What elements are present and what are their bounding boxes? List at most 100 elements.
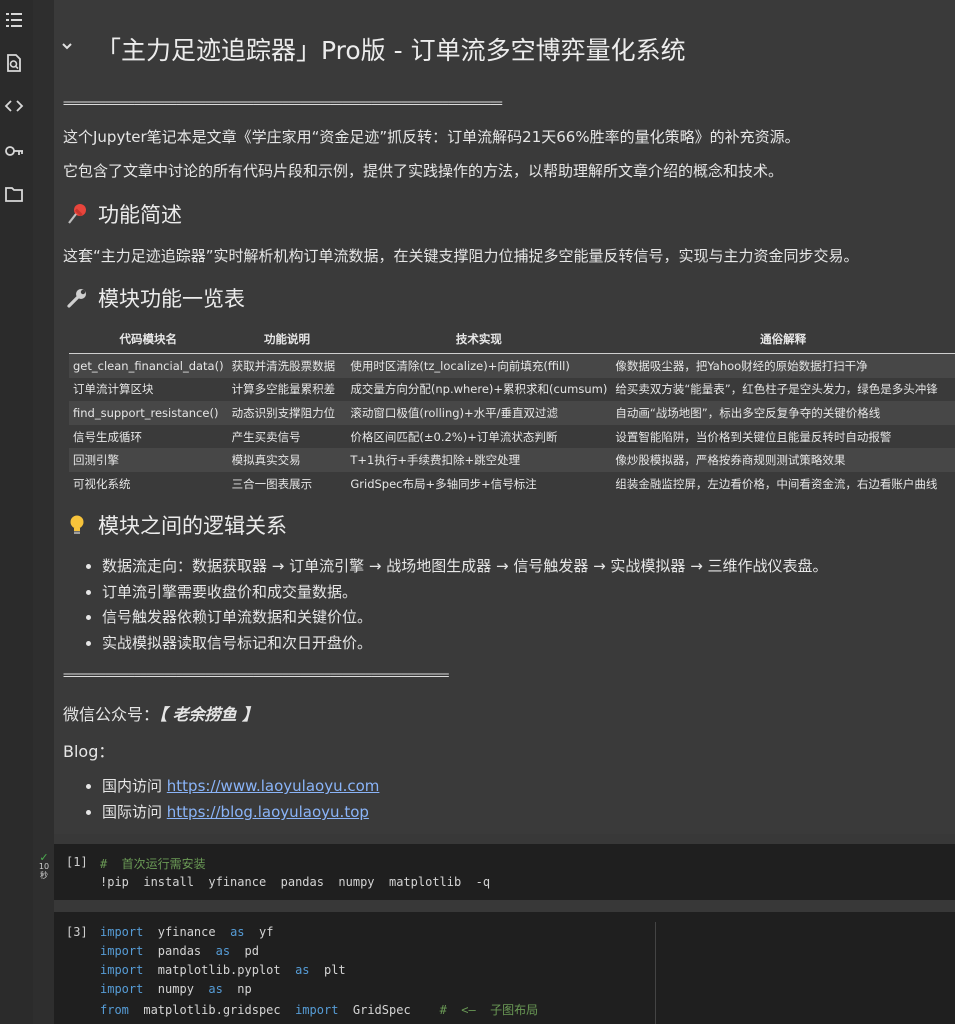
table-cell: 动态识别支撑阻力位 — [227, 401, 347, 425]
code-keyword: import — [100, 925, 144, 939]
link-prefix: 国内访问 — [102, 777, 167, 795]
table-row: get_clean_financial_data() 获取并清洗股票数据 使用时… — [69, 353, 955, 378]
section-heading-overview: 功能简述 — [64, 199, 182, 229]
code-cell-imports[interactable]: [3] import yfinance as yf import pandas … — [54, 912, 955, 1024]
code-alias: pd — [230, 944, 259, 958]
table-row: 信号生成循环 产生买卖信号 价格区间匹配(±0.2%)+订单流状态判断 设置智能… — [69, 425, 955, 449]
table-cell: 订单流计算区块 — [73, 382, 154, 397]
table-header-row: 代码模块名 功能说明 技术实现 通俗解释 — [69, 327, 955, 354]
table-cell: 三合一图表展示 — [231, 476, 313, 491]
table-row: find_support_resistance() 动态识别支撑阻力位 滚动窗口… — [69, 401, 955, 425]
page-title: 「主力足迹追踪器」Pro版 - 订单流多空博弈量化系统 — [96, 36, 686, 65]
code-line: import numpy as np — [100, 982, 252, 996]
section-heading-modules: 模块功能一览表 — [64, 283, 245, 313]
table-cell: 成交量方向分配(np.where)+累积求和(cumsum) — [350, 382, 608, 397]
table-cell: 可视化系统 — [73, 476, 131, 491]
key-icon[interactable] — [3, 140, 25, 162]
code-keyword: from — [100, 1003, 129, 1017]
table-cell: 获取并清洗股票数据 — [227, 353, 347, 378]
table-cell: 模拟真实交易 — [227, 448, 347, 472]
code-keyword: import — [295, 1003, 339, 1017]
table-header-cell: 功能说明 — [227, 327, 347, 354]
code-keyword: as — [215, 944, 231, 958]
table-cell: get_clean_financial_data() — [69, 353, 228, 378]
logic-list: 数据流走向：数据获取器 → 订单流引擎 → 战场地图生成器 → 信号触发器 → … — [86, 555, 828, 657]
code-keyword: as — [295, 963, 310, 977]
table-cell: 价格区间匹配(±0.2%)+订单流状态判断 — [350, 429, 558, 444]
table-cell: 信号生成循环 — [73, 429, 142, 444]
code-keyword: as — [230, 925, 245, 939]
wechat-line: 微信公众号：【 老余捞鱼 】 — [63, 701, 258, 725]
run-duration-unit: 秒 — [40, 871, 48, 880]
code-alias: yf — [244, 925, 274, 939]
code-line: import yfinance as yf — [100, 925, 273, 939]
code-comment: # 首次运行需安装 — [100, 857, 206, 871]
code-keyword: import — [100, 944, 144, 958]
run-status: ✓ 10 秒 — [36, 851, 52, 880]
table-cell: 给买卖双方装“能量表”，红色柱子是空头发力，绿色是多头冲锋 — [615, 382, 938, 397]
table-cell: T+1执行+手续费扣除+跳空处理 — [346, 448, 612, 472]
execution-count: [1] — [66, 855, 88, 869]
code-module: numpy — [143, 982, 209, 996]
folder-icon[interactable] — [3, 183, 25, 205]
code-alias: plt — [309, 963, 346, 977]
section-heading-logic: 模块之间的逻辑关系 — [64, 510, 287, 540]
table-cell: 计算多空能量累积差 — [231, 382, 336, 397]
blog-label: Blog： — [63, 742, 115, 761]
list-item: 数据流走向：数据获取器 → 订单流引擎 → 战场地图生成器 → 信号触发器 → … — [86, 555, 828, 581]
markdown-cell[interactable]: 「主力足迹追踪器」Pro版 - 订单流多空博弈量化系统 ============… — [54, 0, 955, 834]
success-check-icon: ✓ — [39, 851, 49, 864]
wrench-icon — [64, 286, 90, 310]
list-item: 信号触发器依赖订单流数据和关键价位。 — [86, 606, 828, 632]
overview-title: 功能简述 — [98, 203, 182, 227]
title-row: 「主力足迹追踪器」Pro版 - 订单流多空博弈量化系统 — [54, 28, 955, 68]
table-cell: find_support_resistance() — [69, 401, 228, 425]
wechat-label: 微信公众号： — [63, 705, 160, 724]
table-header-cell: 通俗解释 — [611, 327, 955, 354]
collapse-chevron-icon[interactable] — [59, 38, 75, 54]
table-cell: 产生买卖信号 — [231, 429, 301, 444]
table-of-contents-icon[interactable] — [3, 9, 25, 31]
list-item: 国际访问 https://blog.laoyulaoyu.top — [86, 801, 379, 827]
separator-line: ========================================… — [63, 96, 503, 110]
table-row: 回测引擎 模拟真实交易 T+1执行+手续费扣除+跳空处理 像炒股模拟器，严格按券… — [69, 448, 955, 472]
execution-count: [3] — [66, 925, 88, 939]
code-keyword: import — [100, 963, 144, 977]
editor-ruler — [655, 922, 656, 1024]
list-item: 订单流引擎需要收盘价和成交量数据。 — [86, 581, 828, 607]
table-cell: 自动画“战场地图”，标出多空反复争夺的关键价格线 — [611, 401, 955, 425]
lightbulb-icon — [64, 513, 90, 537]
link-prefix: 国际访问 — [102, 803, 167, 821]
list-item: 实战模拟器读取信号标记和次日开盘价。 — [86, 632, 828, 658]
code-keyword: import — [100, 982, 144, 996]
code-alias: np — [222, 982, 252, 996]
code-cell-install[interactable]: [1] # 首次运行需安装 !pip install yfinance pand… — [54, 844, 955, 900]
intro-paragraph-1: 这个Jupyter笔记本是文章《学庄家用“资金足迹”抓反转：订单流解码21天66… — [63, 128, 800, 146]
code-module: pandas — [143, 944, 216, 958]
find-replace-icon[interactable] — [3, 52, 25, 74]
logic-title: 模块之间的逻辑关系 — [98, 514, 287, 538]
international-blog-link[interactable]: https://blog.laoyulaoyu.top — [167, 803, 369, 821]
code-module: matplotlib.pyplot — [143, 963, 296, 977]
table-row: 订单流计算区块 计算多空能量累积差 成交量方向分配(np.where)+累积求和… — [69, 378, 955, 402]
modules-title: 模块功能一览表 — [98, 287, 245, 311]
overview-paragraph: 这套“主力足迹追踪器”实时解析机构订单流数据，在关键支撑阻力位捕捉多空能量反转信… — [63, 247, 859, 265]
table-cell: 回测引擎 — [69, 448, 228, 472]
code-module: matplotlib.gridspec — [128, 1003, 296, 1017]
wechat-name: 【 老余捞鱼 】 — [159, 705, 259, 724]
domestic-blog-link[interactable]: https://www.laoyulaoyu.com — [167, 777, 380, 795]
code-keyword: as — [208, 982, 223, 996]
table-cell: 滚动窗口极值(rolling)+水平/垂直双过滤 — [346, 401, 612, 425]
intro-paragraph-2: 它包含了文章中讨论的所有代码片段和示例，提供了实践操作的方法，以帮助理解所文章介… — [63, 162, 784, 180]
code-name: GridSpec — [338, 1003, 440, 1017]
list-item: 国内访问 https://www.laoyulaoyu.com — [86, 775, 379, 801]
code-snippets-icon[interactable] — [3, 95, 25, 117]
pushpin-icon — [64, 202, 90, 226]
table-cell: 像炒股模拟器，严格按券商规则测试策略效果 — [611, 448, 955, 472]
blog-links-list: 国内访问 https://www.laoyulaoyu.com 国际访问 htt… — [86, 775, 379, 827]
table-cell: GridSpec布局+多轴同步+信号标注 — [350, 476, 537, 491]
code-line: import pandas as pd — [100, 944, 259, 958]
table-row: 可视化系统 三合一图表展示 GridSpec布局+多轴同步+信号标注 组装金融监… — [69, 472, 955, 496]
left-sidebar — [0, 0, 34, 1024]
code-command: !pip install yfinance pandas numpy matpl… — [100, 875, 491, 889]
